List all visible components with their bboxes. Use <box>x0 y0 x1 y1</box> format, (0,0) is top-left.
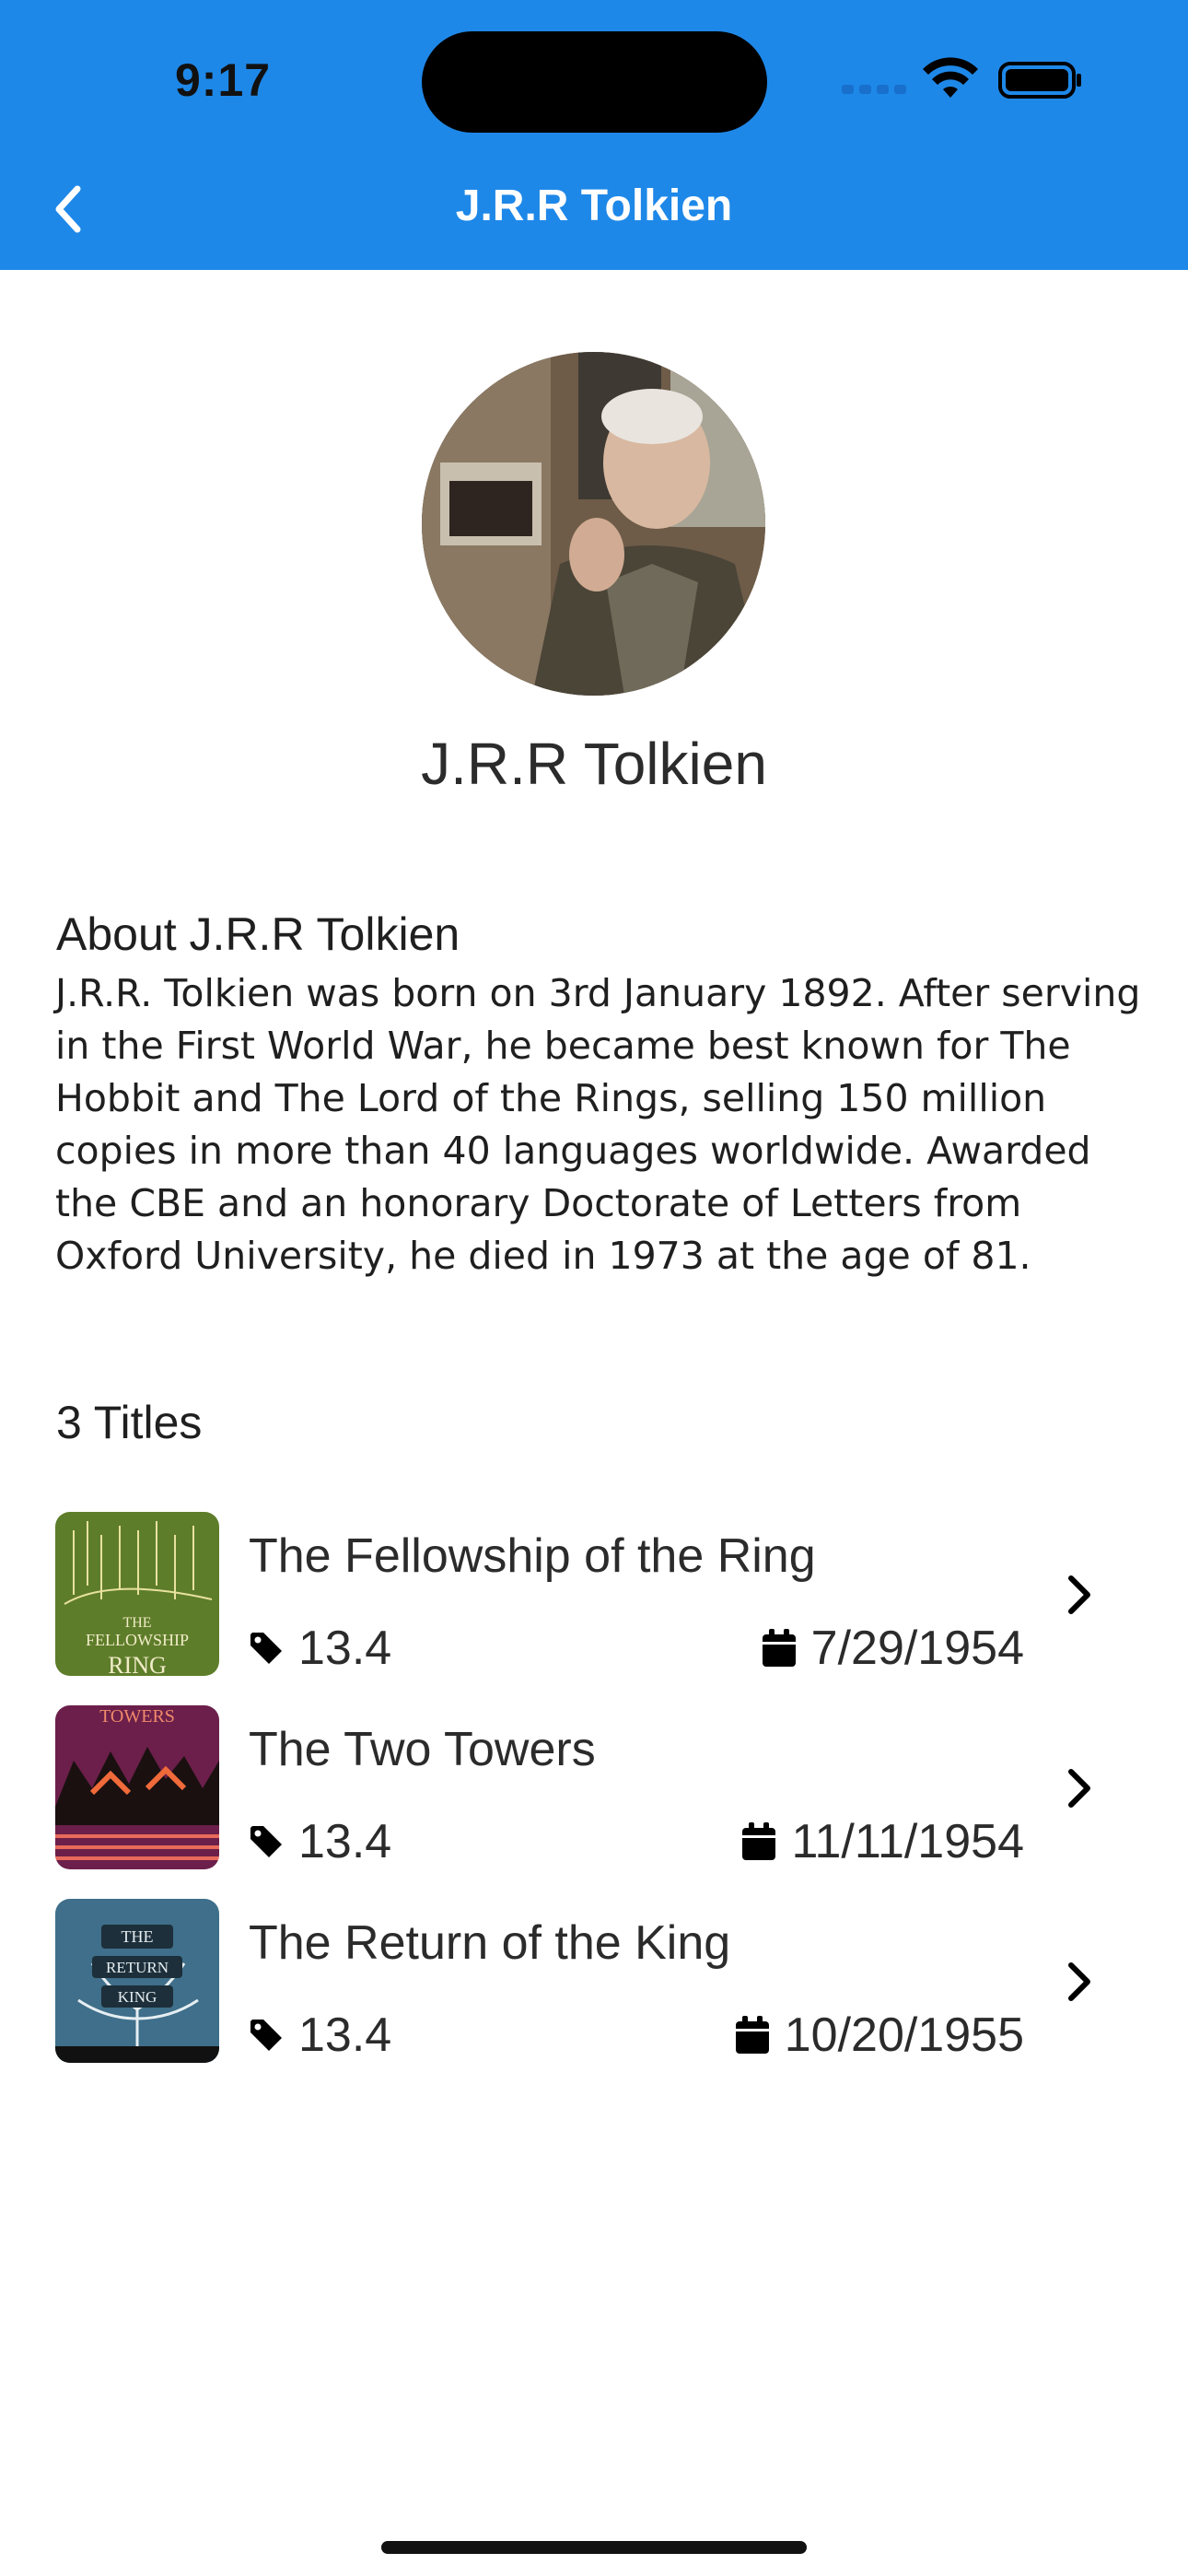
book-cover: THE FELLOWSHIP RING <box>55 1512 219 1676</box>
svg-text:KING: KING <box>118 1988 157 2006</box>
date-value: 11/11/1954 <box>791 1815 1024 1868</box>
calendar-icon <box>762 1629 796 1667</box>
about-text: J.R.R. Tolkien was born on 3rd January 1… <box>55 971 1141 1278</box>
author-name: J.R.R Tolkien <box>421 731 767 797</box>
svg-text:THE: THE <box>122 1615 151 1631</box>
tag-icon <box>250 2020 282 2051</box>
wifi-icon <box>923 57 978 98</box>
battery-icon <box>998 62 1081 99</box>
book-rating: 13.4 <box>249 1814 391 1869</box>
status-time: 9:17 <box>175 54 272 106</box>
book-date: 10/20/1955 <box>735 2008 1024 2063</box>
author-avatar <box>422 352 765 696</box>
cellular-signal-icon <box>842 81 906 98</box>
rating-value: 13.4 <box>298 2008 392 2062</box>
book-title: The Return of the King <box>249 1916 731 1970</box>
book-cover: TOWERS <box>55 1705 219 1869</box>
svg-text:FELLOWSHIP: FELLOWSHIP <box>86 1631 189 1649</box>
book-row[interactable]: THE RETURN KING The Return of the King 1… <box>55 1899 1142 2065</box>
dynamic-island <box>422 31 767 133</box>
about-heading: About J.R.R Tolkien <box>56 908 460 960</box>
book-rating: 13.4 <box>249 2008 391 2063</box>
calendar-icon <box>742 1822 776 1860</box>
svg-text:RETURN: RETURN <box>106 1959 169 1976</box>
rating-value: 13.4 <box>298 1622 392 1675</box>
home-indicator[interactable] <box>381 2541 807 2554</box>
book-title: The Two Towers <box>249 1723 596 1776</box>
book-row[interactable]: TOWERS The Two Towers 13.4 11/11/1954 <box>55 1705 1142 1871</box>
chevron-right-icon[interactable] <box>1052 1761 1107 1816</box>
svg-text:THE: THE <box>122 1927 154 1946</box>
calendar-icon <box>735 2016 769 2054</box>
book-date: 7/29/1954 <box>762 1621 1024 1676</box>
chevron-right-icon[interactable] <box>1052 1567 1107 1622</box>
svg-text:TOWERS: TOWERS <box>99 1706 175 1727</box>
date-value: 10/20/1955 <box>784 2008 1024 2062</box>
svg-text:RING: RING <box>108 1652 167 1676</box>
navigation-header: 9:17 J.R.R Tolkien <box>0 0 1188 270</box>
page-title: J.R.R Tolkien <box>455 181 733 230</box>
book-rating: 13.4 <box>249 1621 391 1676</box>
chevron-right-icon[interactable] <box>1052 1954 1107 2009</box>
rating-value: 13.4 <box>298 1815 392 1868</box>
titles-count: 3 Titles <box>56 1397 203 1448</box>
date-value: 7/29/1954 <box>810 1622 1024 1675</box>
book-cover: THE RETURN KING <box>55 1899 219 2063</box>
book-date: 11/11/1954 <box>741 1814 1024 1869</box>
tag-icon <box>250 1826 282 1857</box>
tag-icon <box>250 1633 282 1664</box>
book-title: The Fellowship of the Ring <box>249 1529 816 1583</box>
book-row[interactable]: THE FELLOWSHIP RING The Fellowship of th… <box>55 1512 1142 1678</box>
